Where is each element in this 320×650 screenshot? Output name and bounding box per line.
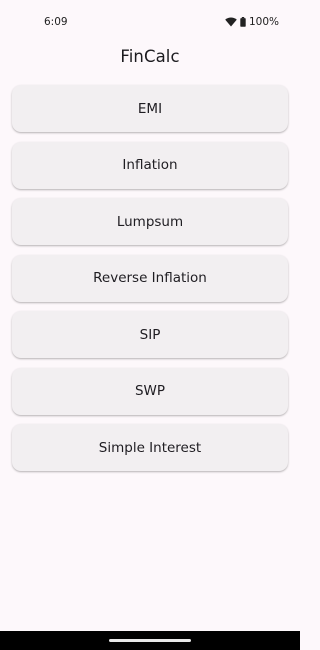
status-icons: 100% <box>225 16 279 28</box>
system-navigation-bar <box>0 631 300 650</box>
inflation-button[interactable]: Inflation <box>12 141 288 189</box>
battery-percent: 100% <box>248 16 279 28</box>
reverse-inflation-button[interactable]: Reverse Inflation <box>12 254 288 302</box>
calculator-menu: EMI Inflation Lumpsum Reverse Inflation … <box>12 85 288 471</box>
app-screen: 6:09 100% FinCalc EMI Inflation Lumpsum … <box>0 0 300 650</box>
battery-icon <box>240 17 246 27</box>
wifi-icon <box>225 17 237 27</box>
swp-button[interactable]: SWP <box>12 367 288 415</box>
page-title: FinCalc <box>120 47 180 66</box>
status-bar: 6:09 100% <box>0 0 300 44</box>
lumpsum-button[interactable]: Lumpsum <box>12 198 288 245</box>
status-time: 6:09 <box>44 16 68 28</box>
simple-interest-button[interactable]: Simple Interest <box>12 424 288 471</box>
emi-button[interactable]: EMI <box>12 85 288 132</box>
sip-button[interactable]: SIP <box>12 311 288 358</box>
home-gesture-handle[interactable] <box>109 639 191 642</box>
